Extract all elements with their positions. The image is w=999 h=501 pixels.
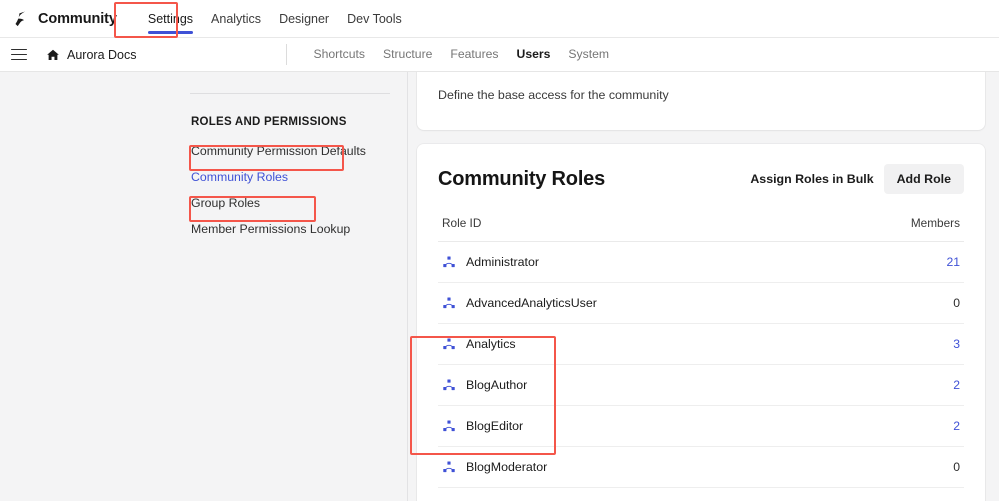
community-roles-card: Community Roles Assign Roles in Bulk Add… xyxy=(417,144,985,501)
space-name[interactable]: Aurora Docs xyxy=(67,48,136,62)
subnav-item-users[interactable]: Users xyxy=(508,44,560,65)
tab-designer[interactable]: Designer xyxy=(270,0,338,37)
role-group-icon xyxy=(442,255,456,269)
role-cell: Administrator xyxy=(442,255,823,269)
top-navigation-bar: Community Settings Analytics Designer De… xyxy=(0,0,999,38)
cell-role-id: Analytics xyxy=(438,323,828,365)
cell-role-id: Administrator xyxy=(438,241,828,283)
cell-role-id: BlogPublisher xyxy=(438,487,828,501)
page-title: Community Roles xyxy=(438,167,606,190)
role-id-label[interactable]: Analytics xyxy=(466,337,516,351)
cell-member-count[interactable]: 3 xyxy=(827,323,964,365)
settings-sidebar: ROLES AND PERMISSIONS Community Permissi… xyxy=(0,72,408,501)
subnav-item-shortcuts[interactable]: Shortcuts xyxy=(304,44,373,65)
community-roles-card-header: Community Roles Assign Roles in Bulk Add… xyxy=(438,164,964,194)
cell-member-count[interactable]: 2 xyxy=(827,405,964,447)
card-actions: Assign Roles in Bulk Add Role xyxy=(750,164,964,194)
cell-role-id: AdvancedAnalyticsUser xyxy=(438,282,828,324)
add-role-button[interactable]: Add Role xyxy=(883,164,964,194)
cell-member-count[interactable]: 2 xyxy=(827,364,964,406)
role-group-icon xyxy=(442,337,456,351)
role-cell: BlogModerator xyxy=(442,460,823,474)
tab-dev-tools[interactable]: Dev Tools xyxy=(338,0,411,37)
role-id-label[interactable]: Administrator xyxy=(466,255,539,269)
cell-member-count[interactable]: 21 xyxy=(827,241,964,283)
tab-settings[interactable]: Settings xyxy=(139,0,202,37)
cell-role-id: BlogAuthor xyxy=(438,364,828,406)
table-row[interactable]: BlogAuthor 2 xyxy=(438,364,964,406)
subnav-item-structure[interactable]: Structure xyxy=(374,44,441,65)
table-row[interactable]: BlogEditor 2 xyxy=(438,405,964,447)
table-row[interactable]: BlogPublisher1 xyxy=(438,487,964,501)
table-row[interactable]: Analytics 3 xyxy=(438,323,964,365)
role-id-label[interactable]: BlogModerator xyxy=(466,460,547,474)
role-cell: AdvancedAnalyticsUser xyxy=(442,296,823,310)
role-group-icon xyxy=(442,419,456,433)
cell-member-count: 0 xyxy=(827,446,964,488)
page-body: ROLES AND PERMISSIONS Community Permissi… xyxy=(0,72,999,501)
cell-role-id: BlogEditor xyxy=(438,405,828,447)
community-roles-table: Role ID Members Administrator 21 AdvancedA… xyxy=(438,216,964,501)
table-row[interactable]: AdvancedAnalyticsUser 0 xyxy=(438,282,964,324)
role-group-icon xyxy=(442,296,456,310)
role-cell: BlogAuthor xyxy=(442,378,823,392)
table-row[interactable]: BlogModerator 0 xyxy=(438,446,964,488)
table-row[interactable]: Administrator 21 xyxy=(438,241,964,283)
role-id-label[interactable]: BlogAuthor xyxy=(466,378,527,392)
role-id-label[interactable]: AdvancedAnalyticsUser xyxy=(466,296,597,310)
base-access-description: Define the base access for the community xyxy=(438,88,669,102)
role-id-label[interactable]: BlogEditor xyxy=(466,419,523,433)
sidebar-divider xyxy=(190,93,390,94)
sidebar-item-group-roles[interactable]: Group Roles xyxy=(190,190,390,216)
hamburger-menu-icon[interactable] xyxy=(11,48,27,61)
assign-roles-in-bulk-link[interactable]: Assign Roles in Bulk xyxy=(750,172,873,186)
space-navigation-bar: Aurora Docs Shortcuts Structure Features… xyxy=(0,38,999,72)
sidebar-item-community-roles[interactable]: Community Roles xyxy=(190,164,390,190)
base-access-card: Define the base access for the community xyxy=(417,72,985,130)
sidebar-item-member-permissions-lookup[interactable]: Member Permissions Lookup xyxy=(190,216,390,242)
top-nav-items: Settings Analytics Designer Dev Tools xyxy=(139,0,411,37)
table-body: Administrator 21 AdvancedAnalyticsUser 0 Ana… xyxy=(438,241,964,501)
home-icon[interactable] xyxy=(46,48,60,62)
cell-member-count: 0 xyxy=(827,282,964,324)
role-cell: BlogEditor xyxy=(442,419,823,433)
column-header-members: Members xyxy=(827,216,964,242)
role-group-icon xyxy=(442,378,456,392)
subnav-item-system[interactable]: System xyxy=(559,44,618,65)
role-group-icon xyxy=(442,460,456,474)
main-content: Define the base access for the community… xyxy=(408,72,999,501)
subnav-item-features[interactable]: Features xyxy=(441,44,507,65)
tab-analytics[interactable]: Analytics xyxy=(202,0,270,37)
table-header-row: Role ID Members xyxy=(438,216,964,242)
cell-member-count[interactable]: 1 xyxy=(827,487,964,501)
sidebar-heading-roles-and-permissions: ROLES AND PERMISSIONS xyxy=(191,116,347,128)
role-cell: Analytics xyxy=(442,337,823,351)
brand-name: Community xyxy=(38,10,117,27)
space-nav-items: Shortcuts Structure Features Users Syste… xyxy=(286,44,618,65)
arrow-logo-icon[interactable] xyxy=(10,8,32,30)
cell-role-id: BlogModerator xyxy=(438,446,828,488)
sidebar-item-community-permission-defaults[interactable]: Community Permission Defaults xyxy=(190,138,390,164)
column-header-role-id: Role ID xyxy=(438,216,828,242)
